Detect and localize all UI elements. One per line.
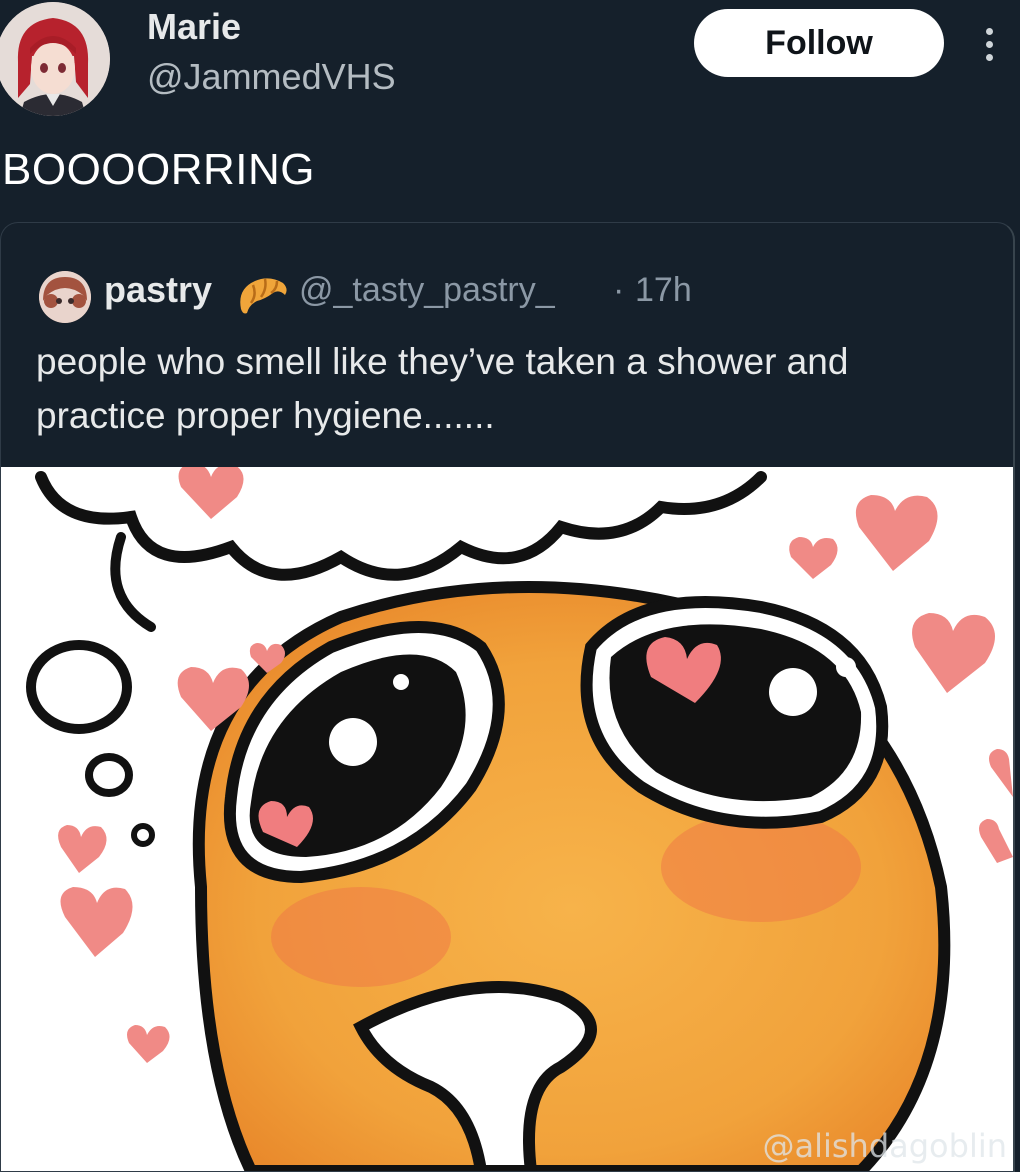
meta-separator: · xyxy=(613,271,625,309)
more-vertical-icon[interactable] xyxy=(974,24,1004,68)
author-handle[interactable]: @JammedVHS xyxy=(147,56,396,98)
author-avatar[interactable] xyxy=(0,2,110,116)
croissant-icon xyxy=(235,271,291,321)
media-watermark: @alishdagoblin xyxy=(762,1127,1007,1165)
follow-button[interactable]: Follow xyxy=(694,9,944,77)
quoted-author-name[interactable]: pastry xyxy=(104,269,212,311)
tweet-text: BOOOORRING xyxy=(2,145,316,194)
pleading-face-illustration xyxy=(26,467,1013,1171)
quoted-tweet[interactable]: pastry @_tasty_pastry_ · 17h people who … xyxy=(0,222,1015,1172)
quoted-timestamp[interactable]: 17h xyxy=(635,271,692,310)
author-name[interactable]: Marie xyxy=(147,6,241,48)
quoted-author-handle[interactable]: @_tasty_pastry_ xyxy=(299,271,555,310)
quoted-author-avatar[interactable] xyxy=(39,271,91,323)
quoted-media-image[interactable]: @alishdagoblin xyxy=(1,467,1013,1171)
tweet-header: Marie @JammedVHS Follow xyxy=(0,0,1020,130)
quoted-tweet-text: people who smell like they’ve taken a sh… xyxy=(36,341,849,436)
